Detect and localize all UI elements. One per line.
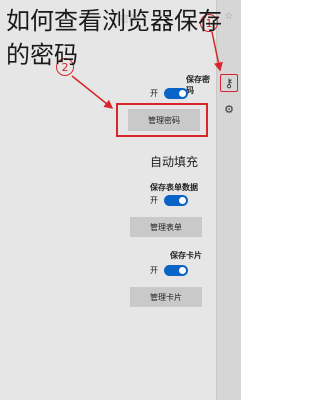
overlay-title-line2: 的密码 [6,41,78,69]
arrow-to-manage [71,75,114,109]
overlay-title: 如何查看浏览器保存 的密码 [6,4,242,72]
overlay-title-line1: 如何查看浏览器保存 [6,7,222,35]
